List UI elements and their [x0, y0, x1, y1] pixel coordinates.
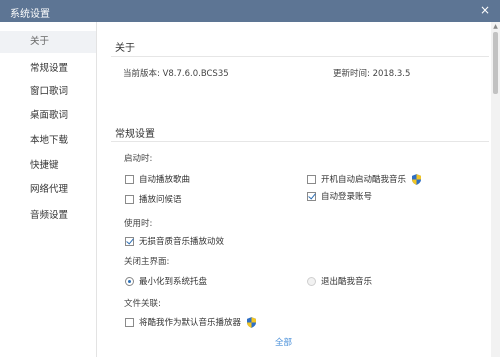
scroll-thumb[interactable]: [493, 32, 498, 94]
minimize-tray-radio[interactable]: [125, 276, 134, 286]
boot-start-label: 开机自动启动酷我音乐: [321, 175, 407, 185]
sidebar-item-window-lyrics[interactable]: 窗口歌词: [0, 81, 96, 103]
default-player-label: 将酷我作为默认音乐播放器: [139, 318, 242, 328]
play-greeting-option[interactable]: 播放问候语: [125, 193, 182, 205]
vertical-scrollbar[interactable]: ▲: [491, 22, 500, 357]
current-version: 当前版本: V8.7.6.0.BCS35: [123, 69, 229, 79]
default-player-checkbox[interactable]: [125, 317, 134, 327]
startup-label: 启动时:: [124, 154, 153, 164]
play-greeting-checkbox[interactable]: [125, 194, 134, 204]
auto-login-option[interactable]: 自动登录账号: [307, 190, 372, 202]
sidebar-item-audio[interactable]: 音频设置: [0, 205, 96, 227]
default-player-option[interactable]: 将酷我作为默认音乐播放器: [125, 316, 257, 328]
general-divider: [111, 141, 489, 142]
minimize-tray-option[interactable]: 最小化到系统托盘: [125, 275, 207, 287]
boot-start-option[interactable]: 开机自动启动酷我音乐: [307, 173, 422, 185]
update-time: 更新时间: 2018.3.5: [333, 69, 411, 79]
exit-app-option[interactable]: 退出酷我音乐: [307, 275, 372, 287]
sidebar-item-hotkeys[interactable]: 快捷键: [0, 155, 96, 177]
exit-app-radio[interactable]: [307, 276, 316, 286]
lossless-anim-option[interactable]: 无损音质音乐播放动效: [125, 235, 224, 247]
sidebar-item-general[interactable]: 常规设置: [0, 58, 96, 80]
settings-sidebar: 关于 常规设置 窗口歌词 桌面歌词 本地下载 快捷键 网络代理 音频设置: [0, 22, 96, 357]
auto-login-label: 自动登录账号: [321, 192, 373, 202]
uac-shield-icon: [412, 173, 422, 185]
auto-play-option[interactable]: 自动播放歌曲: [125, 173, 190, 185]
all-link[interactable]: 全部: [275, 336, 292, 348]
close-icon[interactable]: ×: [480, 3, 490, 17]
auto-play-label: 自动播放歌曲: [139, 175, 191, 185]
scroll-up-icon[interactable]: ▲: [491, 22, 500, 32]
auto-play-checkbox[interactable]: [125, 174, 134, 184]
lossless-anim-label: 无损音质音乐播放动效: [139, 237, 225, 247]
play-greeting-label: 播放问候语: [139, 195, 182, 205]
file-assoc-label: 文件关联:: [124, 299, 161, 309]
sidebar-item-about[interactable]: 关于: [0, 31, 96, 53]
about-divider: [111, 56, 489, 57]
title-bar: 系统设置 ×: [0, 0, 500, 22]
general-section-title: 常规设置: [115, 129, 155, 140]
sidebar-item-local-download[interactable]: 本地下载: [0, 130, 96, 152]
sidebar-item-desktop-lyrics[interactable]: 桌面歌词: [0, 105, 96, 127]
about-section-title: 关于: [115, 43, 135, 54]
bottom-fade: [285, 315, 500, 357]
uac-shield-icon: [247, 316, 257, 328]
minimize-tray-label: 最小化到系统托盘: [139, 277, 208, 287]
close-main-label: 关闭主界面:: [124, 257, 170, 267]
boot-start-checkbox[interactable]: [307, 174, 316, 184]
settings-content: 关于 当前版本: V8.7.6.0.BCS35 更新时间: 2018.3.5 常…: [97, 22, 491, 357]
lossless-anim-checkbox[interactable]: [125, 236, 134, 246]
window-title: 系统设置: [10, 9, 50, 20]
using-label: 使用时:: [124, 219, 153, 229]
sidebar-item-network-proxy[interactable]: 网络代理: [0, 179, 96, 201]
exit-app-label: 退出酷我音乐: [321, 277, 373, 287]
auto-login-checkbox[interactable]: [307, 191, 316, 201]
